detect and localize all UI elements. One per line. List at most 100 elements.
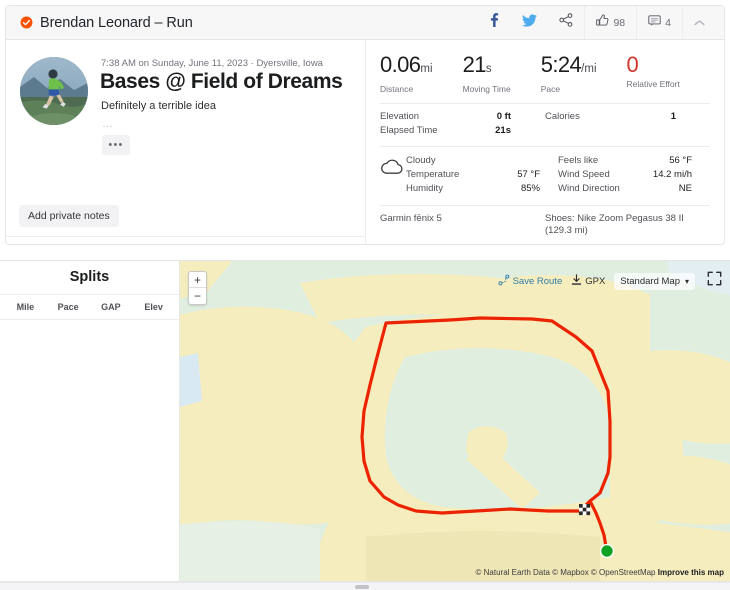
map-zoom-out-button[interactable]: − <box>189 288 206 304</box>
stat-moving-time-value: 21 <box>463 52 486 77</box>
stat-calories: Calories 1 <box>545 110 710 124</box>
comments-button[interactable]: 4 <box>636 6 682 39</box>
splits-title: Splits <box>0 261 179 294</box>
stat-elevation-label: Elevation <box>380 110 419 124</box>
twitter-share-button[interactable] <box>511 6 548 39</box>
activity-more-options-button[interactable]: ••• <box>102 135 130 155</box>
map-zoom-controls: + − <box>188 271 207 305</box>
weather-wind-speed: Wind Speed 14.2 mi/h <box>558 168 710 182</box>
weather-humidity: Humidity 85% <box>406 182 558 196</box>
share-button[interactable] <box>548 6 584 39</box>
stat-elevation-value: 0 ft <box>497 110 545 124</box>
map-fullscreen-button[interactable] <box>707 271 722 291</box>
improve-this-map-link[interactable]: Improve this map <box>658 568 724 577</box>
activity-card: Brendan Leonard – Run <box>5 5 725 245</box>
table-row: Elevation 0 ft Calories 1 <box>380 110 710 124</box>
weather-condition: Cloudy <box>406 154 558 168</box>
table-row: Temperature 57 °F Wind Speed 14.2 mi/h <box>406 168 710 182</box>
save-route-button[interactable]: Save Route <box>498 274 563 289</box>
table-row: Humidity 85% Wind Direction NE <box>406 182 710 196</box>
stat-relative-effort: 0 Relative Effort <box>627 52 680 94</box>
collapse-card-button[interactable] <box>682 6 716 39</box>
weather-wind-direction: Wind Direction NE <box>558 182 710 196</box>
stat-pace: 5:24/mi Pace <box>541 52 597 94</box>
gear-shoes: Shoes: Nike Zoom Pegasus 38 II (129.3 mi… <box>545 213 710 237</box>
save-route-label: Save Route <box>513 276 563 287</box>
splits-table-header: Mile Pace GAP Elev <box>0 294 179 320</box>
stat-pace-unit: /mi <box>581 63 596 75</box>
horizontal-scrollbar[interactable] <box>0 582 730 590</box>
weather-condition-label: Cloudy <box>406 154 436 168</box>
verified-check-icon <box>20 16 33 29</box>
weather-humidity-label: Humidity <box>406 182 443 196</box>
weather-humidity-value: 85% <box>521 182 558 196</box>
more-options-icon: ••• <box>108 141 123 149</box>
athlete-avatar[interactable] <box>20 57 88 125</box>
stat-relative-effort-value: 0 <box>627 52 639 77</box>
header-actions: 98 4 <box>477 6 716 39</box>
stat-moving-time-unit: s <box>486 63 492 75</box>
add-private-notes-button[interactable]: Add private notes <box>19 205 119 227</box>
twitter-icon <box>522 14 537 32</box>
splits-column-elev: Elev <box>132 302 175 312</box>
strava-activity-page: Brendan Leonard – Run <box>0 0 730 590</box>
map-zoom-in-button[interactable]: + <box>189 272 206 288</box>
activity-card-body: 7:38 AM on Sunday, June 11, 2023 · Dyers… <box>6 40 724 245</box>
start-marker <box>601 545 614 558</box>
splits-column-mile: Mile <box>4 302 47 312</box>
stat-elapsed-time: Elapsed Time 21s <box>380 124 545 138</box>
weather-wind-speed-value: 14.2 mi/h <box>653 168 710 182</box>
weather-feels-like-label: Feels like <box>558 154 598 168</box>
stat-empty <box>545 124 710 138</box>
map-canvas <box>180 261 730 581</box>
download-icon <box>571 274 582 289</box>
stat-relative-effort-label: Relative Effort <box>627 79 680 89</box>
weather-wind-direction-value: NE <box>679 182 710 196</box>
scrollbar-thumb[interactable] <box>355 585 369 589</box>
activity-title[interactable]: Bases @ Field of Dreams <box>100 70 342 94</box>
stat-pace-value: 5:24 <box>541 52 581 77</box>
left-column-divider <box>6 236 365 237</box>
weather-temperature-label: Temperature <box>406 168 459 182</box>
table-row: Cloudy Feels like 56 °F <box>406 154 710 168</box>
gpx-download-button[interactable]: GPX <box>571 274 605 289</box>
map-attribution-text: © Natural Earth Data © Mapbox © OpenStre… <box>476 568 656 577</box>
chevron-up-icon <box>694 14 705 32</box>
map-toolbar: Save Route GPX Standard Map ▾ <box>489 271 722 291</box>
weather-wind-direction-label: Wind Direction <box>558 182 620 196</box>
kudos-button[interactable]: 98 <box>584 6 636 39</box>
weather-condition-value <box>540 154 558 168</box>
fullscreen-icon <box>707 273 722 290</box>
gear-device: Garmin fēnix 5 <box>380 213 545 237</box>
activity-summary-column: 7:38 AM on Sunday, June 11, 2023 · Dyers… <box>6 40 366 245</box>
activity-card-header: Brendan Leonard – Run <box>6 6 724 40</box>
splits-and-map-panel: Splits Mile Pace GAP Elev <box>0 260 730 582</box>
comment-icon <box>648 14 661 32</box>
splits-column-pace: Pace <box>47 302 90 312</box>
chevron-down-icon: ▾ <box>685 277 689 286</box>
facebook-share-button[interactable] <box>477 6 511 39</box>
weather-feels-like-value: 56 °F <box>669 154 710 168</box>
stat-distance-value: 0.06 <box>380 52 420 77</box>
weather-feels-like: Feels like 56 °F <box>558 154 710 168</box>
weather-wind-speed-label: Wind Speed <box>558 168 610 182</box>
cloud-icon <box>380 154 406 196</box>
primary-stats: 0.06mi Distance 21s Moving Time 5:24/mi <box>380 40 710 94</box>
secondary-stats: Elevation 0 ft Calories 1 Elapsed Time 2… <box>380 103 710 138</box>
activity-meta: 7:38 AM on Sunday, June 11, 2023 · Dyers… <box>101 58 323 69</box>
weather-grid: Cloudy Feels like 56 °F Temperature <box>406 154 710 196</box>
activity-description: Definitely a terrible idea <box>101 100 216 112</box>
weather-section: Cloudy Feels like 56 °F Temperature <box>380 146 710 196</box>
facebook-icon <box>488 13 500 32</box>
activity-map[interactable]: + − Save Route <box>180 261 730 581</box>
splits-panel: Splits Mile Pace GAP Elev <box>0 261 180 581</box>
map-type-dropdown[interactable]: Standard Map ▾ <box>614 273 695 290</box>
thumbs-up-icon <box>596 14 609 32</box>
weather-temperature: Temperature 57 °F <box>406 168 558 182</box>
activity-stats-column: 0.06mi Distance 21s Moving Time 5:24/mi <box>366 40 724 245</box>
finish-flag-marker <box>579 504 590 515</box>
splits-table-body <box>0 320 179 550</box>
stat-distance-unit: mi <box>420 63 432 75</box>
gpx-label: GPX <box>585 276 605 287</box>
stat-elapsed-time-value: 21s <box>495 124 545 138</box>
